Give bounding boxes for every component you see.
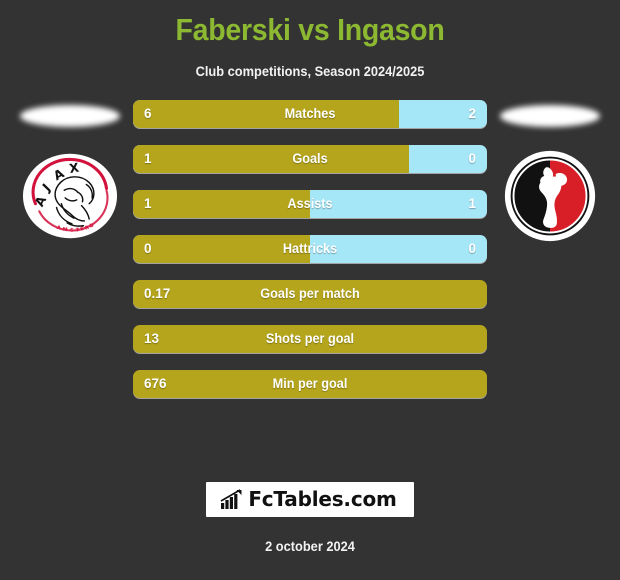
stat-row: 0.17 Goals per match	[133, 280, 487, 308]
stats-list: 6 Matches 2 1 Goals 0 1 Assists 1 0 Hatt…	[133, 100, 487, 415]
page-header: Faberski vs Ingason Club competitions, S…	[0, 0, 620, 80]
comparison-section: A J A X A M S T E R D 6 Matches 2 1 Goal…	[0, 100, 620, 420]
glow-ellipse-left	[20, 105, 120, 127]
stat-row: 1 Goals 0	[133, 145, 487, 173]
stat-row: 676 Min per goal	[133, 370, 487, 398]
fctables-watermark[interactable]: FcTables.com	[206, 482, 414, 517]
stat-row: 6 Matches 2	[133, 100, 487, 128]
home-team-badge-container: A J A X A M S T E R D	[5, 100, 135, 260]
ajax-amsterdam-crest-icon: A J A X A M S T E R D	[22, 148, 118, 244]
red-black-rooster-crest-icon	[502, 148, 598, 244]
fctables-label: FcTables.com	[248, 487, 397, 511]
footer-date: 2 october 2024	[265, 539, 355, 554]
glow-ellipse-right	[500, 105, 600, 127]
stat-label: Assists	[287, 196, 333, 211]
stat-label: Hattricks	[282, 241, 338, 256]
page-title: Faberski vs Ingason	[175, 12, 445, 47]
away-team-badge-container	[485, 100, 615, 260]
stat-label: Goals	[292, 151, 328, 166]
stat-label: Goals per match	[260, 286, 360, 301]
away-value: 2	[468, 106, 476, 121]
stat-row: 13 Shots per goal	[133, 325, 487, 353]
stat-label: Shots per goal	[265, 331, 355, 346]
stat-label: Min per goal	[272, 376, 348, 391]
page-subtitle: Club competitions, Season 2024/2025	[195, 64, 425, 79]
away-value: 0	[468, 241, 476, 256]
stat-row: 0 Hattricks 0	[133, 235, 487, 263]
bar-chart-arrow-icon	[220, 489, 243, 510]
stat-row: 1 Assists 1	[133, 190, 487, 218]
away-value: 1	[468, 196, 476, 211]
away-value: 0	[468, 151, 476, 166]
svg-text:M: M	[62, 227, 68, 234]
page-footer: FcTables.com 2 october 2024	[0, 482, 620, 580]
stat-label: Matches	[284, 106, 336, 121]
